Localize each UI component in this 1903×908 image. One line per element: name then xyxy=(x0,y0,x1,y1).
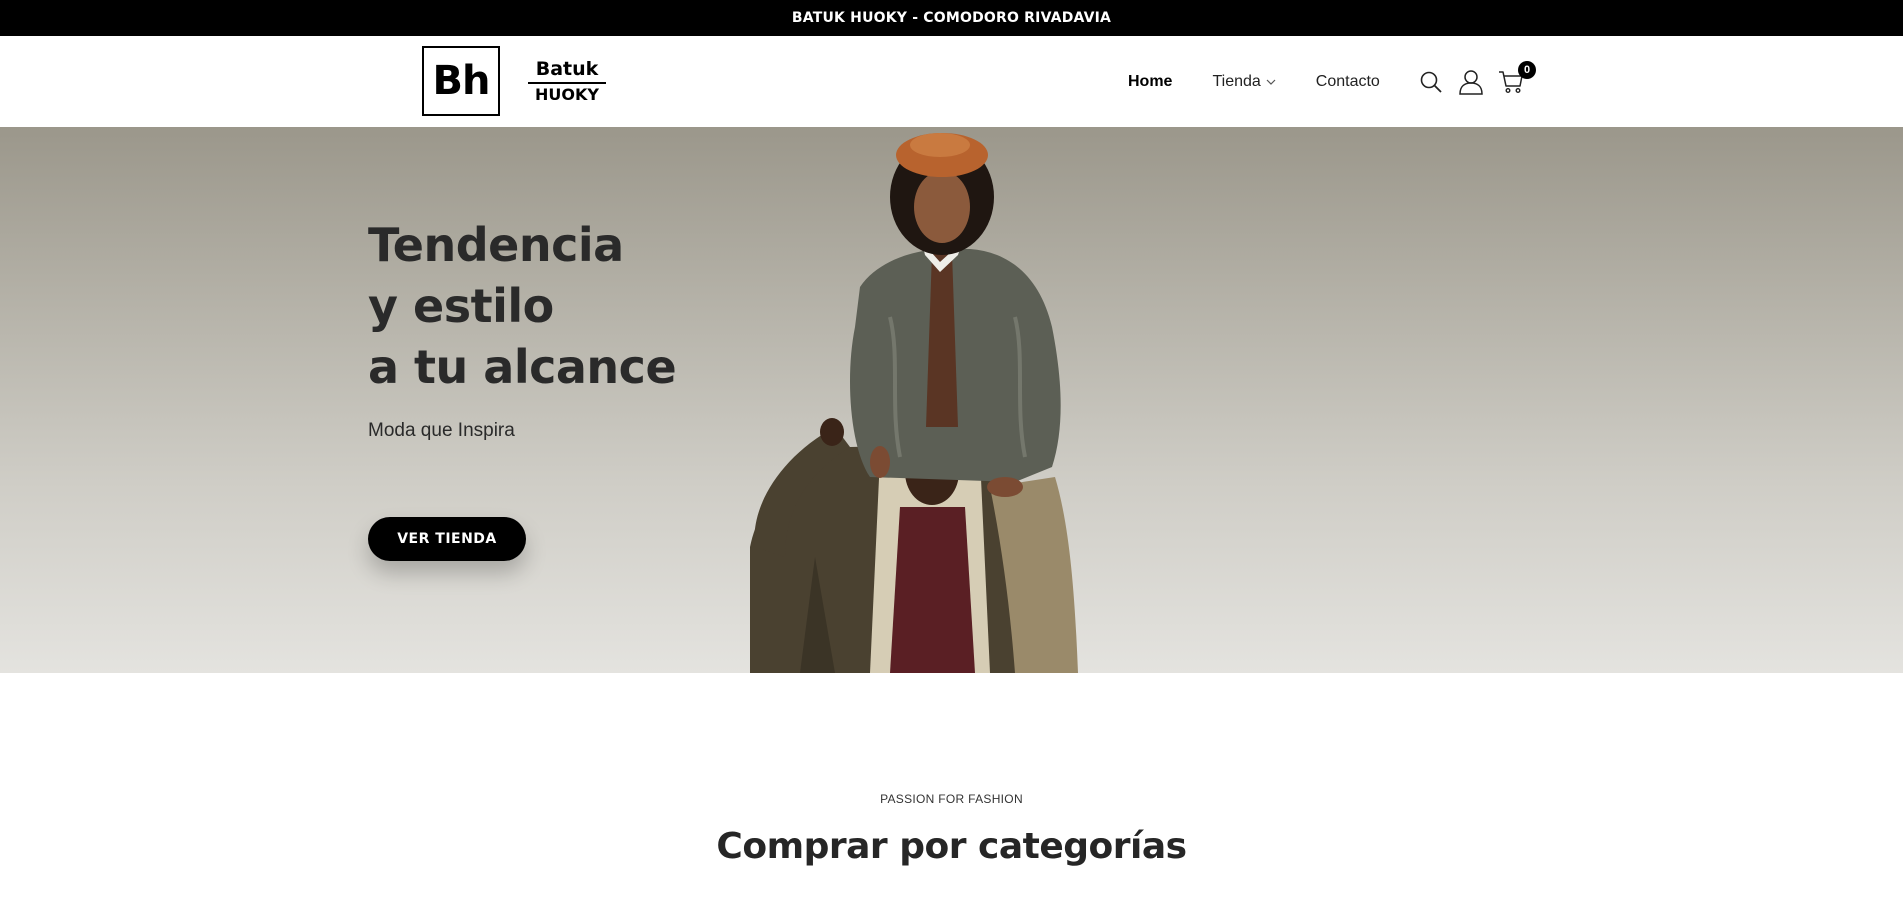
section-title: Comprar por categorías xyxy=(716,826,1187,867)
cart-count-badge: 0 xyxy=(1518,60,1536,79)
section-kicker: PASSION FOR FASHION xyxy=(880,792,1023,806)
logo-name-top: Batuk xyxy=(535,58,599,80)
hero-banner: Tendencia y estilo a tu alcance Moda que… xyxy=(0,127,1903,673)
hero-title-line: a tu alcance xyxy=(368,340,677,394)
chevron-down-icon xyxy=(1266,73,1276,91)
announcement-text: BATUK HUOKY - COMODORO RIVADAVIA xyxy=(791,10,1112,26)
logo-wordmark: Batuk HUOKY xyxy=(528,58,606,104)
hero-models-image xyxy=(750,133,1078,673)
logo-monogram: Bh xyxy=(422,46,500,116)
hero-subtitle: Moda que Inspira xyxy=(368,420,515,441)
hero-title-line: y estilo xyxy=(368,279,554,333)
search-icon[interactable] xyxy=(1418,69,1444,95)
header-actions: 0 xyxy=(1418,36,1536,127)
announcement-bar: BATUK HUOKY - COMODORO RIVADAVIA xyxy=(0,0,1903,36)
cart-icon[interactable]: 0 xyxy=(1498,60,1536,95)
nav-item-home[interactable]: Home xyxy=(1128,73,1172,91)
brand-logo[interactable]: Bh Batuk HUOKY xyxy=(422,46,606,116)
nav-item-contacto[interactable]: Contacto xyxy=(1316,73,1380,91)
nav-item-tienda[interactable]: Tienda xyxy=(1212,72,1276,91)
nav-item-tienda-label: Tienda xyxy=(1212,72,1261,90)
main-nav: Home Tienda Contacto xyxy=(1128,36,1380,127)
user-icon[interactable] xyxy=(1458,69,1484,95)
shop-now-button[interactable]: VER TIENDA xyxy=(368,517,526,561)
site-header: Bh Batuk HUOKY Home Tienda Contacto 0 xyxy=(0,36,1903,127)
logo-name-bottom: HUOKY xyxy=(535,85,599,104)
hero-title-line: Tendencia xyxy=(368,218,624,272)
logo-divider xyxy=(528,82,606,84)
hero-title: Tendencia y estilo a tu alcance xyxy=(368,215,677,398)
hero-text-block: Tendencia y estilo a tu alcance Moda que… xyxy=(368,215,677,442)
